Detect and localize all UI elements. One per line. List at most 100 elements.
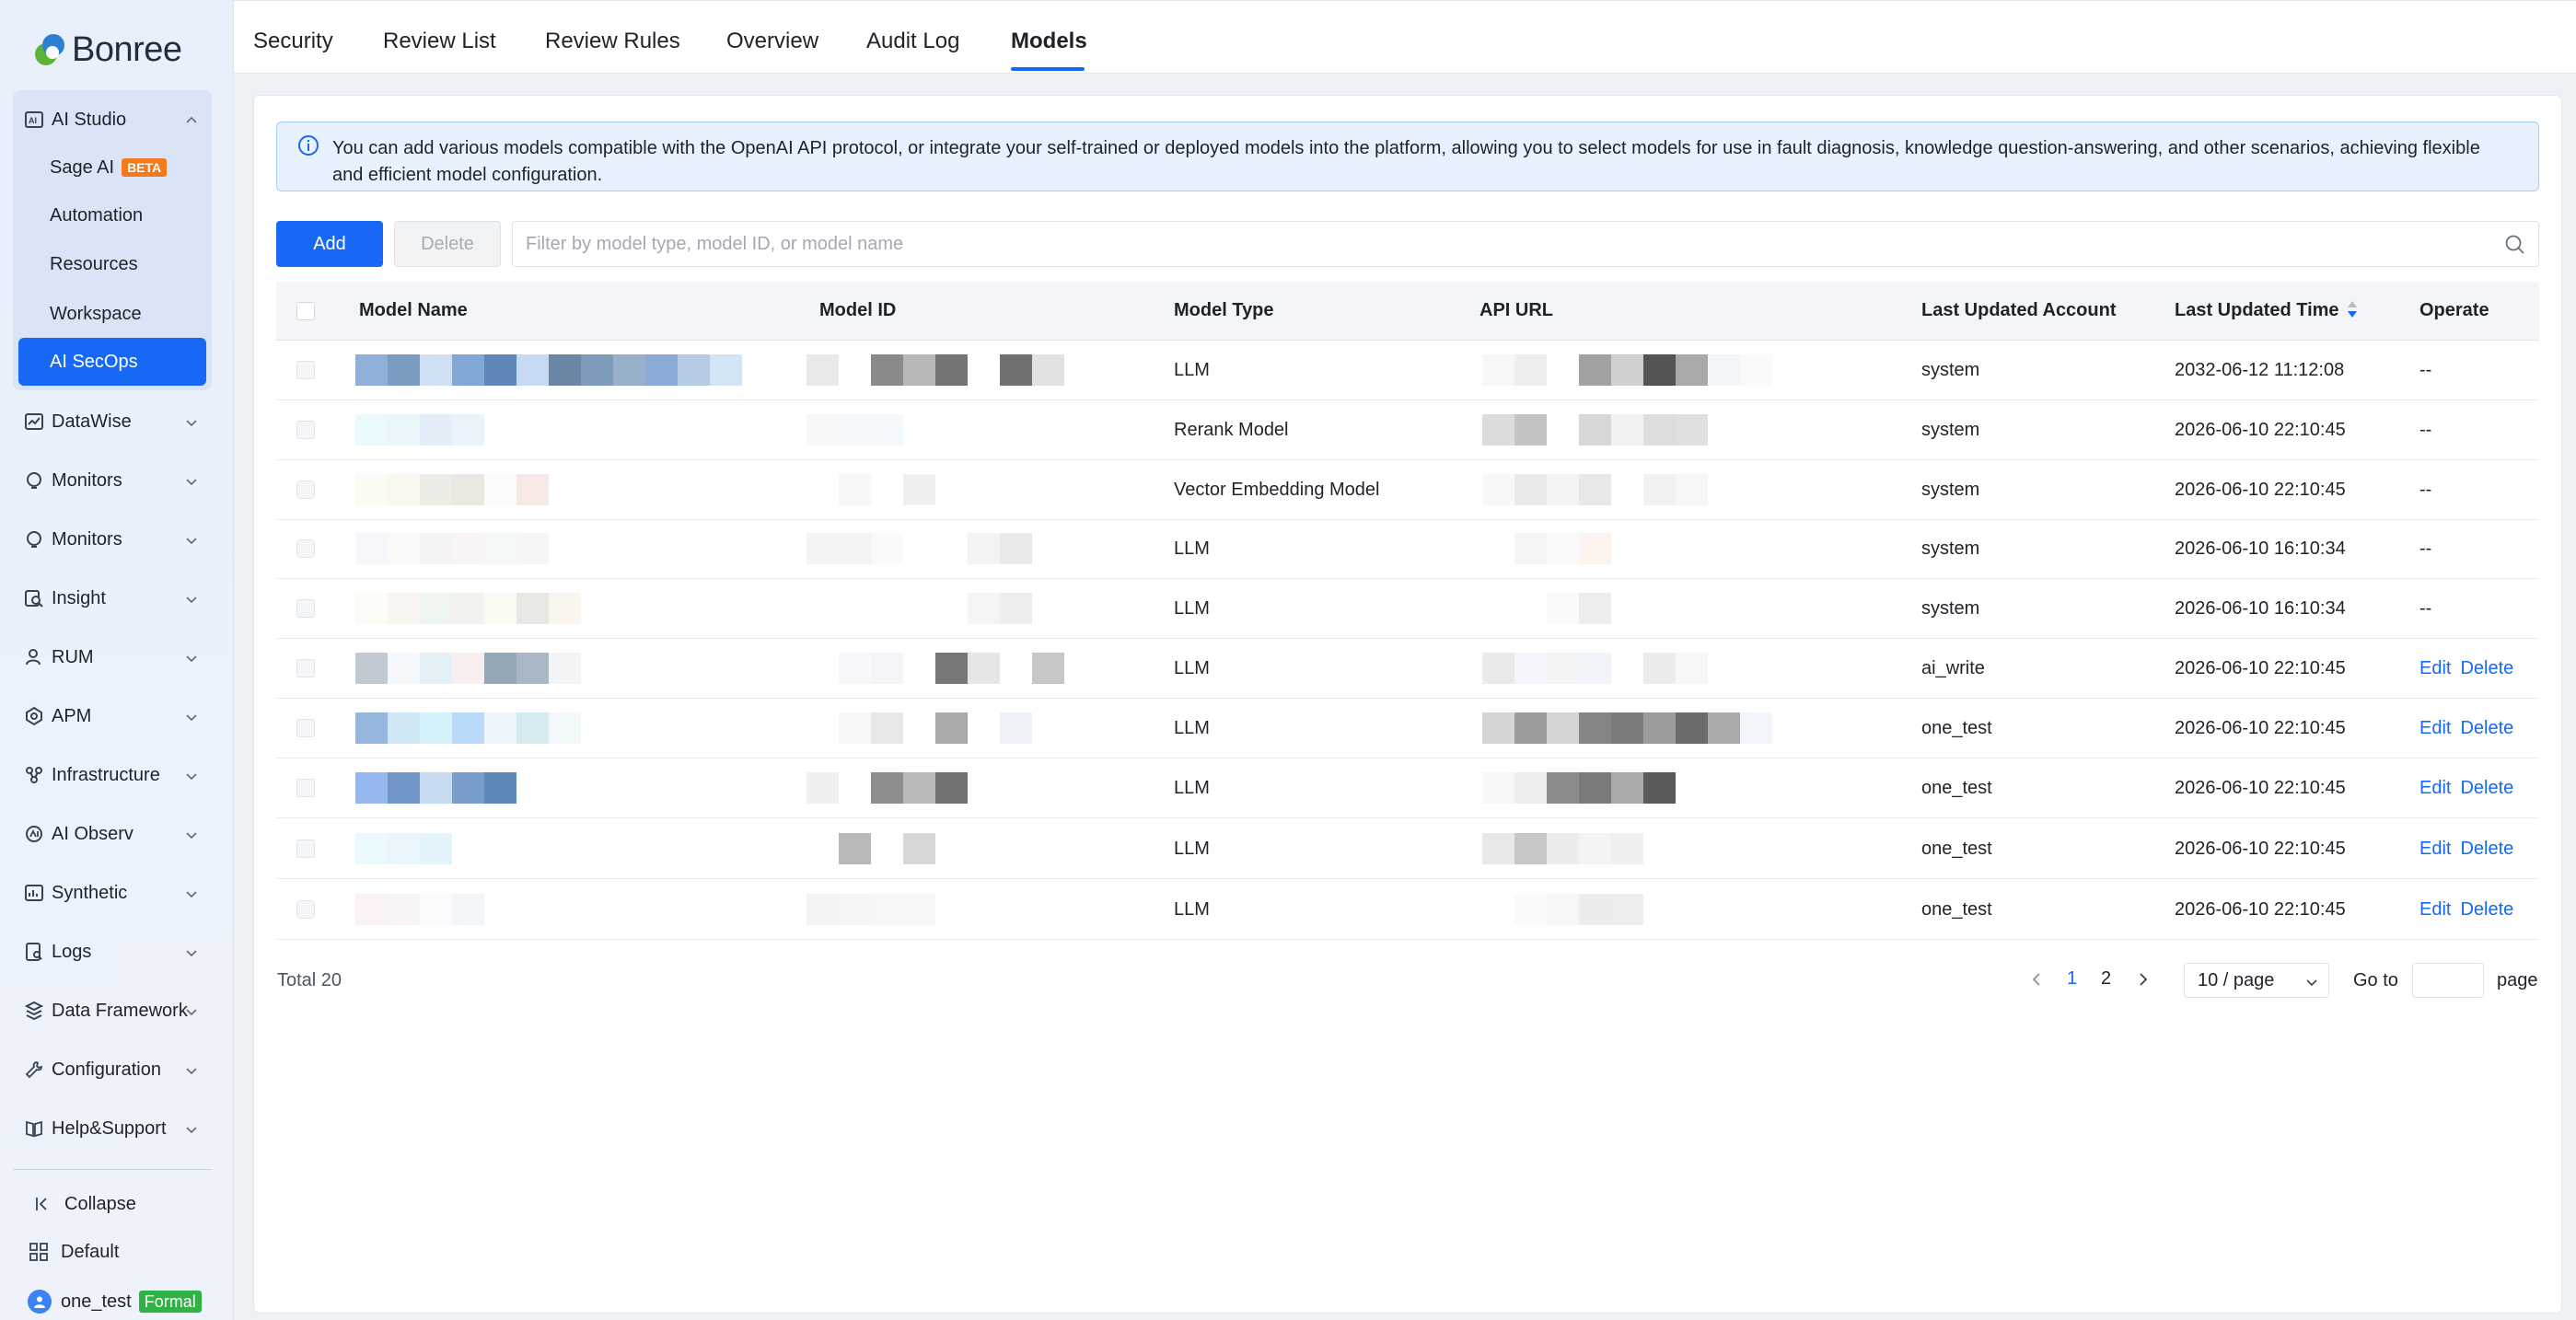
row-checkbox[interactable] bbox=[296, 361, 315, 379]
sidebar-item-label: Workspace bbox=[50, 303, 142, 324]
row-checkbox[interactable] bbox=[296, 421, 315, 439]
redacted-pixel-block bbox=[806, 772, 839, 804]
sidebar-item-sage-ai[interactable]: Sage AI BETA bbox=[18, 144, 206, 191]
redacted-pixel-block bbox=[1708, 712, 1740, 744]
delete-link[interactable]: Delete bbox=[2460, 718, 2513, 738]
model-id-cell bbox=[806, 400, 1083, 459]
row-checkbox[interactable] bbox=[296, 481, 315, 499]
redacted-pixel-block bbox=[903, 474, 935, 505]
row-checkbox[interactable] bbox=[296, 839, 315, 858]
search-input[interactable] bbox=[526, 222, 2477, 266]
delete-link[interactable]: Delete bbox=[2460, 839, 2513, 859]
row-checkbox[interactable] bbox=[296, 599, 315, 618]
tab-models[interactable]: Models bbox=[1011, 29, 1087, 54]
sidebar-group-monitors[interactable]: Monitors bbox=[13, 457, 212, 504]
sidebar-group-apm[interactable]: APM bbox=[13, 692, 212, 740]
tab-review-list[interactable]: Review List bbox=[383, 29, 496, 54]
table-row: LLM one_test 2026-06-10 22:10:45 Edit Delete bbox=[276, 699, 2539, 758]
sidebar-group-label: Configuration bbox=[52, 1059, 161, 1080]
redacted-pixel-block bbox=[355, 474, 388, 505]
edit-link[interactable]: Edit bbox=[2419, 899, 2451, 920]
delete-button[interactable]: Delete bbox=[394, 221, 501, 267]
sidebar-group-logs[interactable]: Logs bbox=[13, 928, 212, 976]
notice-text: You can add various models compatible wi… bbox=[332, 138, 2480, 185]
page-size-select[interactable]: 10 / page bbox=[2184, 963, 2329, 998]
page-2[interactable]: 2 bbox=[2101, 968, 2111, 990]
sidebar-group-monitors-2[interactable]: Monitors bbox=[13, 515, 212, 563]
table-row: LLM system 2026-06-10 16:10:34 -- bbox=[276, 519, 2539, 579]
redacted-pixel-block bbox=[1579, 833, 1611, 864]
edit-link[interactable]: Edit bbox=[2419, 658, 2451, 678]
sidebar-group-data-framework[interactable]: Data Framework bbox=[13, 987, 212, 1035]
edit-link[interactable]: Edit bbox=[2419, 839, 2451, 859]
sidebar-item-automation[interactable]: Automation bbox=[18, 191, 206, 239]
last-updated-time-cell: 2026-06-10 22:10:45 bbox=[2175, 480, 2346, 500]
sidebar-group-infrastructure[interactable]: Infrastructure bbox=[13, 751, 212, 799]
redacted-pixel-block bbox=[1000, 354, 1032, 386]
column-last-updated-time[interactable]: Last Updated Time bbox=[2175, 300, 2358, 321]
sidebar-group-synthetic[interactable]: Synthetic bbox=[13, 869, 212, 917]
edit-link[interactable]: Edit bbox=[2419, 718, 2451, 738]
sort-icon[interactable] bbox=[2347, 299, 2358, 319]
api-url-cell bbox=[1468, 460, 1845, 519]
sidebar-group-configuration[interactable]: Configuration bbox=[13, 1046, 212, 1094]
svg-text:AI: AI bbox=[29, 116, 37, 125]
redacted-pixel-block bbox=[1514, 833, 1547, 864]
search-icon[interactable] bbox=[2503, 233, 2527, 257]
tab-overview[interactable]: Overview bbox=[726, 29, 818, 54]
redacted-pixel-block bbox=[484, 772, 516, 804]
select-all-checkbox[interactable] bbox=[296, 302, 315, 320]
edit-link[interactable]: Edit bbox=[2419, 778, 2451, 798]
row-checkbox[interactable] bbox=[296, 539, 315, 558]
sidebar-divider bbox=[13, 1169, 212, 1170]
redacted-pixel-block bbox=[1032, 354, 1064, 386]
delete-link[interactable]: Delete bbox=[2460, 899, 2513, 920]
bonree-logo-icon bbox=[28, 29, 70, 71]
tab-audit-log[interactable]: Audit Log bbox=[866, 29, 959, 54]
row-checkbox[interactable] bbox=[296, 900, 315, 919]
api-url-cell bbox=[1468, 341, 1845, 399]
goto-page-input[interactable] bbox=[2412, 963, 2484, 998]
sidebar-group-ai-studio[interactable]: AI AI Studio bbox=[13, 96, 212, 144]
column-model-name: Model Name bbox=[359, 300, 468, 320]
last-updated-account-cell: one_test bbox=[1921, 718, 1992, 738]
user-menu[interactable]: one_test Formal bbox=[28, 1283, 202, 1320]
collapse-button[interactable]: Collapse bbox=[31, 1186, 136, 1222]
workspace-switcher[interactable]: Default bbox=[28, 1233, 119, 1270]
last-updated-time-cell: 2026-06-10 22:10:45 bbox=[2175, 658, 2346, 678]
wrench-icon bbox=[24, 1059, 44, 1080]
sidebar-group-label: Monitors bbox=[52, 469, 122, 491]
chevron-down-icon bbox=[184, 709, 199, 724]
tab-security[interactable]: Security bbox=[253, 29, 333, 54]
row-checkbox[interactable] bbox=[296, 719, 315, 737]
page-1[interactable]: 1 bbox=[2067, 968, 2077, 990]
redacted-pixel-block bbox=[388, 894, 420, 925]
row-checkbox[interactable] bbox=[296, 779, 315, 797]
brand-logo[interactable]: Bonree bbox=[28, 26, 182, 74]
add-button[interactable]: Add bbox=[276, 221, 383, 267]
model-id-cell bbox=[806, 699, 1083, 758]
sidebar-group-ai-observ[interactable]: AI Observ bbox=[13, 810, 212, 858]
sidebar-group-rum[interactable]: RUM bbox=[13, 633, 212, 681]
redacted-pixel-block bbox=[1547, 533, 1579, 564]
sidebar-item-resources[interactable]: Resources bbox=[18, 240, 206, 288]
sidebar-item-ai-secops[interactable]: AI SecOps bbox=[18, 338, 206, 386]
ai-studio-icon: AI bbox=[24, 110, 44, 130]
redacted-pixel-block bbox=[1547, 712, 1579, 744]
sidebar-group-help-support[interactable]: Help&Support bbox=[13, 1105, 212, 1152]
row-checkbox[interactable] bbox=[296, 659, 315, 677]
user-name: one_test bbox=[61, 1291, 132, 1312]
next-page-icon[interactable] bbox=[2134, 968, 2152, 990]
table-row: LLM one_test 2026-06-10 22:10:45 Edit Delete bbox=[276, 758, 2539, 818]
sidebar-item-workspace[interactable]: Workspace bbox=[18, 290, 206, 338]
redacted-pixel-block bbox=[1676, 354, 1708, 386]
sidebar-group-datawise[interactable]: DataWise bbox=[13, 398, 212, 446]
tab-review-rules[interactable]: Review Rules bbox=[545, 29, 680, 54]
prev-page-icon[interactable] bbox=[2027, 968, 2046, 990]
delete-link[interactable]: Delete bbox=[2460, 778, 2513, 798]
monitor-icon bbox=[24, 529, 44, 550]
table-row: LLM one_test 2026-06-10 22:10:45 Edit Delete bbox=[276, 880, 2539, 940]
operate-cell: Edit Delete bbox=[2419, 718, 2523, 739]
delete-link[interactable]: Delete bbox=[2460, 658, 2513, 678]
sidebar-group-insight[interactable]: Insight bbox=[13, 574, 212, 622]
